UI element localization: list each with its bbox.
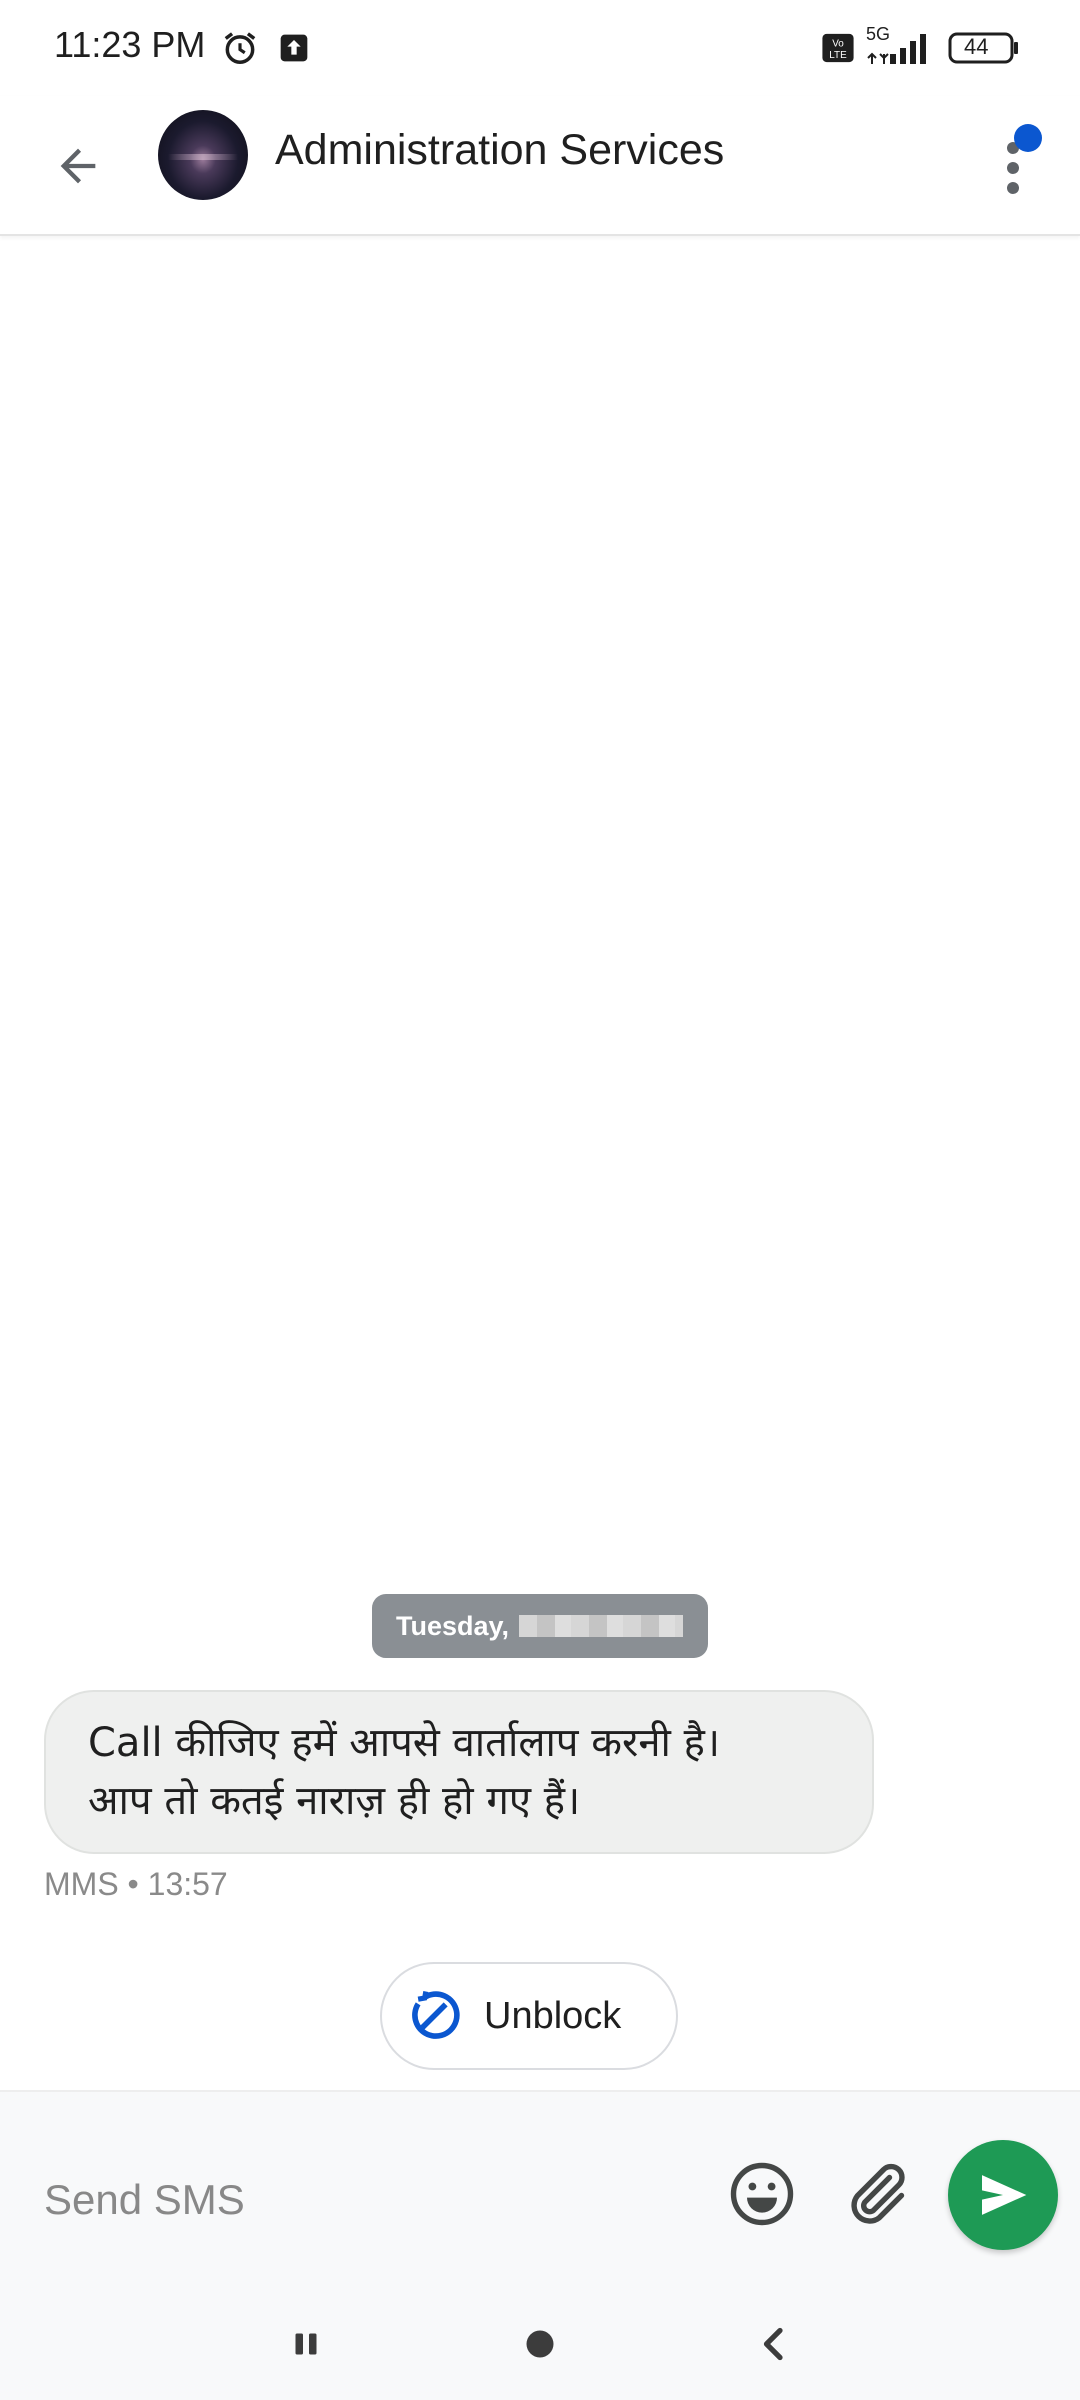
status-bar: 11:23 PM Vo LTE 5G 44 [0,0,1080,96]
emoji-icon [730,2162,794,2226]
status-time: 11:23 PM [54,24,206,65]
recents-icon [295,2333,317,2355]
conversation-header: Administration Services [0,96,1080,236]
back-nav-button[interactable] [744,2314,804,2374]
recents-button[interactable] [276,2314,336,2374]
svg-text:LTE: LTE [829,50,847,61]
attach-button[interactable] [840,2158,912,2230]
back-nav-icon [763,2327,783,2361]
battery-icon: 44 [948,28,1020,68]
volte-icon: Vo LTE [820,28,856,68]
message-line: Call कीजिए हमें आपसे वार्तालाप करनी है। [88,1720,720,1766]
battery-level: 44 [964,34,989,59]
redacted-date [519,1615,684,1637]
unblock-label: Unblock [484,1994,622,2037]
message-line: आप तो कतई नाराज़ ही हो गए हैं। [88,1778,581,1824]
more-options-button[interactable] [990,118,1042,218]
attach-icon [851,2163,905,2224]
message-meta: MMS • 13:57 [44,1866,228,1902]
avatar[interactable] [158,110,248,200]
home-icon [526,2330,554,2358]
unblock-icon [412,1991,460,2039]
svg-text:Vo: Vo [832,39,844,50]
contact-name[interactable]: Administration Services [275,126,724,175]
network-label: 5G [866,24,891,44]
date-label: Tuesday, [396,1610,510,1641]
back-button[interactable] [40,128,116,204]
message-bubble[interactable]: Call कीजिए हमें आपसे वार्तालाप करनी है। … [44,1690,874,1854]
system-nav-bar [0,2290,1080,2400]
alarm-icon [220,28,260,68]
unblock-button[interactable]: Unblock [380,1962,678,2070]
date-chip: Tuesday, [372,1594,708,1658]
send-button[interactable] [948,2140,1058,2250]
home-button[interactable] [510,2314,570,2374]
notification-dot [1014,124,1042,152]
send-icon [982,2175,1027,2215]
emoji-button[interactable] [726,2158,798,2230]
back-arrow-icon [60,148,96,184]
upload-icon [276,28,312,68]
signal-icon: 5G [862,24,934,68]
compose-bar [0,2090,1080,2290]
message-input[interactable] [44,2170,684,2230]
